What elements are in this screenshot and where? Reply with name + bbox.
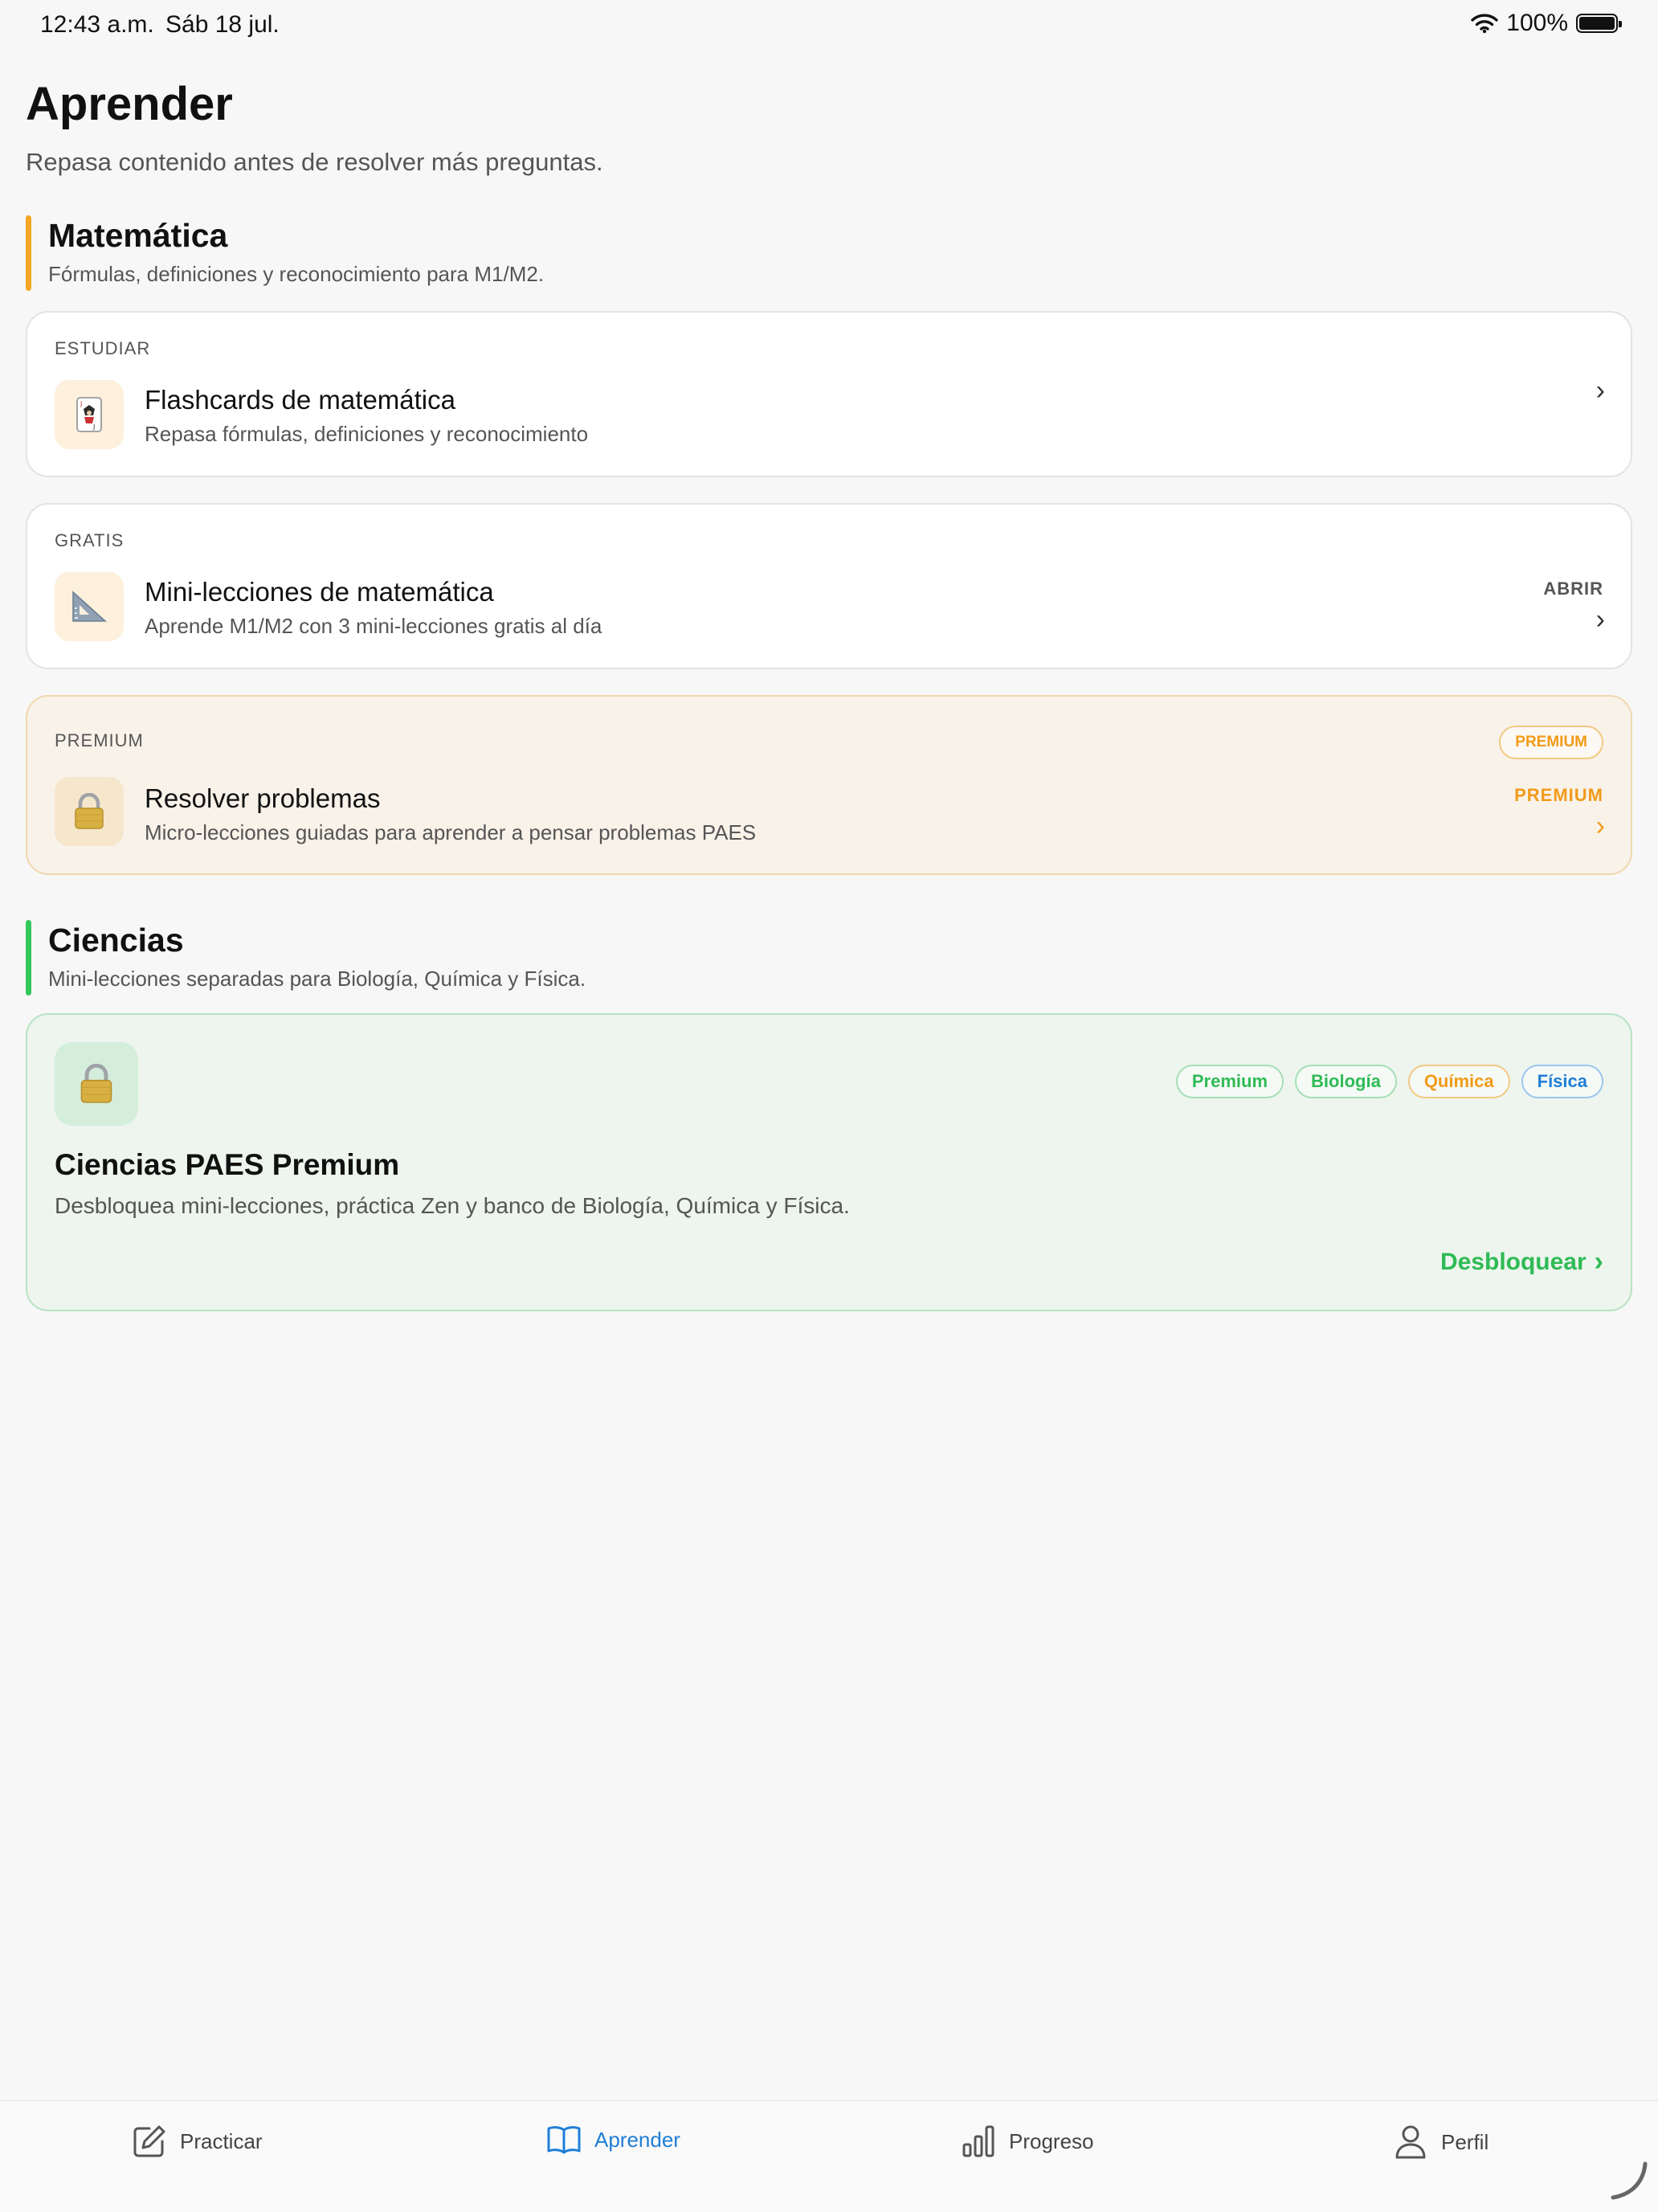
tab-bar: Practicar Aprender Progreso Perfil (0, 2100, 1658, 2212)
icon-tile (55, 777, 124, 846)
tag-chemistry: Química (1407, 1065, 1510, 1098)
status-right: 100% (1471, 10, 1622, 37)
card-kicker: GRATIS (55, 530, 125, 550)
card-subtitle: Micro-lecciones guiadas para aprender a … (145, 820, 757, 844)
tag-premium: Premium (1175, 1065, 1284, 1098)
unlock-label: Desbloquear (1440, 1248, 1587, 1275)
chevron-right-icon: › (1595, 375, 1605, 406)
section-accent-bar (26, 920, 31, 996)
science-premium-card[interactable]: Premium Biología Química Física Ciencias… (26, 1013, 1632, 1311)
card-subtitle: Aprende M1/M2 con 3 mini-lecciones grati… (145, 614, 602, 638)
tag-biology: Biología (1295, 1065, 1397, 1098)
solve-problems-card[interactable]: PREMIUM PREMIUM Resolver problemas Micro… (26, 695, 1632, 875)
card-subtitle: Repasa fórmulas, definiciones y reconoci… (145, 422, 589, 446)
tab-practicar[interactable]: Practicar (132, 2124, 263, 2159)
status-time: 12:43 a.m. (40, 11, 154, 38)
page-title: Aprender (26, 78, 233, 130)
tab-label: Practicar (180, 2128, 263, 2153)
flashcards-card[interactable]: ESTUDIAR J J Flashcards de matemática Re… (26, 311, 1632, 477)
lock-icon (75, 793, 104, 829)
unlock-button[interactable]: Desbloquear › (1440, 1246, 1603, 1278)
section-description: Mini-lecciones separadas para Biología, … (48, 967, 586, 991)
icon-tile (55, 572, 124, 641)
battery-icon (1576, 14, 1622, 33)
chevron-right-icon: › (1595, 604, 1605, 635)
book-icon (547, 2126, 581, 2154)
premium-label: PREMIUM (1514, 785, 1603, 805)
card-title: Ciencias PAES Premium (55, 1148, 400, 1181)
tab-perfil[interactable]: Perfil (1393, 2124, 1489, 2161)
tab-label: Aprender (594, 2127, 680, 2152)
icon-tile (55, 1042, 138, 1126)
open-label: ABRIR (1543, 579, 1603, 599)
icon-tile: J J (55, 380, 124, 449)
section-title: Ciencias (48, 922, 184, 959)
chevron-right-icon: › (1595, 811, 1605, 841)
tag-list: Premium Biología Química Física (1175, 1065, 1603, 1098)
wifi-icon (1471, 14, 1498, 34)
status-date: Sáb 18 jul. (165, 11, 280, 38)
mini-lessons-card[interactable]: GRATIS Mini-lecciones de matemática Apre… (26, 503, 1632, 669)
page-subtitle: Repasa contenido antes de resolver más p… (26, 148, 603, 176)
triangle-ruler-icon (72, 591, 108, 622)
svg-text:J: J (92, 423, 95, 431)
card-title: Resolver problemas (145, 783, 381, 813)
tab-progreso[interactable]: Progreso (961, 2124, 1094, 2159)
section-description: Fórmulas, definiciones y reconocimiento … (48, 262, 545, 286)
lock-icon (80, 1064, 112, 1103)
corner-grabber-icon (1611, 2161, 1648, 2200)
card-kicker: ESTUDIAR (55, 338, 151, 358)
card-subtitle: Desbloquea mini-lecciones, práctica Zen … (55, 1193, 850, 1218)
premium-badge: PREMIUM (1499, 726, 1603, 759)
joker-card-icon: J J (76, 397, 102, 432)
tab-label: Progreso (1009, 2128, 1094, 2153)
section-accent-bar (26, 215, 31, 291)
card-title: Mini-lecciones de matemática (145, 577, 494, 607)
card-title: Flashcards de matemática (145, 385, 455, 415)
tab-label: Perfil (1441, 2129, 1489, 2154)
tab-aprender[interactable]: Aprender (546, 2124, 680, 2156)
tag-physics: Física (1521, 1065, 1603, 1098)
person-icon (1395, 2125, 1426, 2159)
status-bar: 12:43 a.m. Sáb 18 jul. 100% (0, 0, 1658, 51)
chevron-right-icon: › (1594, 1246, 1603, 1277)
section-title: Matemática (48, 217, 228, 254)
card-kicker: PREMIUM (55, 730, 144, 750)
battery-percent: 100% (1506, 10, 1568, 36)
pencil-square-icon (133, 2125, 165, 2157)
section-science-header: Ciencias Mini-lecciones separadas para B… (26, 920, 1632, 997)
section-math-header: Matemática Fórmulas, definiciones y reco… (26, 215, 1632, 292)
svg-text:J: J (80, 400, 82, 407)
bar-chart-icon (962, 2125, 994, 2157)
